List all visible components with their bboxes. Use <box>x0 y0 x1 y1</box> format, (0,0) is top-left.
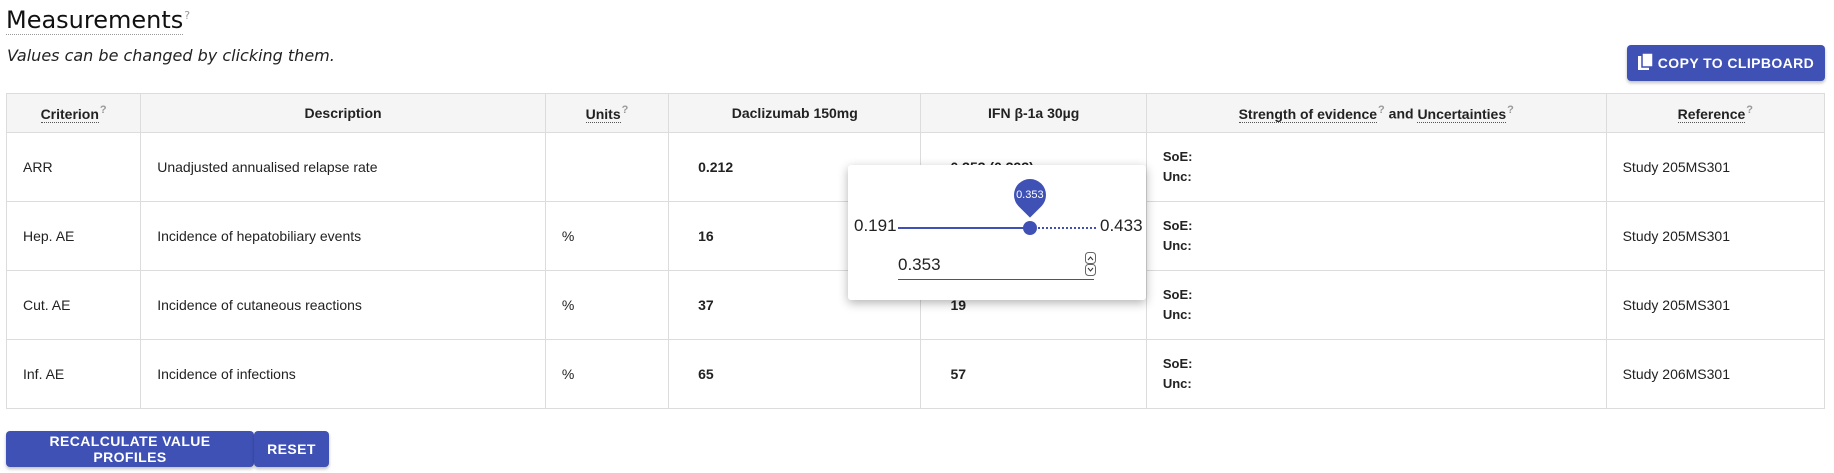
units-cell <box>544 132 670 202</box>
stepper-icon[interactable] <box>1085 252 1096 276</box>
value-input[interactable] <box>898 251 1094 280</box>
slider-min-label: 0.191 <box>854 216 897 235</box>
header-reference: Reference? <box>1605 93 1826 133</box>
reference-link[interactable]: Study 205MS301 <box>1605 201 1826 271</box>
table-header-row: Criterion? Description Units? Daclizumab… <box>5 93 1826 133</box>
soe-cell: SoE: Unc: <box>1145 201 1607 271</box>
soe-cell: SoE: Unc: <box>1145 270 1607 340</box>
alternative-2-value[interactable]: 57 <box>920 339 1147 409</box>
help-icon[interactable]: ? <box>622 104 629 116</box>
description-cell: Unadjusted annualised relapse rate <box>140 132 546 202</box>
criterion-cell: Inf. AE <box>5 339 142 409</box>
page-title: Measurements? <box>6 6 190 35</box>
criterion-cell: Hep. AE <box>5 201 142 271</box>
help-icon[interactable]: ? <box>1746 104 1753 116</box>
description-cell: Incidence of hepatobiliary events <box>140 201 546 271</box>
value-edit-popup: 0.191 0.353 0.433 <box>848 165 1146 300</box>
criterion-cell: ARR <box>5 132 142 202</box>
header-units: Units? <box>544 93 670 133</box>
header-alternative-1: Daclizumab 150mg <box>668 93 922 133</box>
header-alternative-2: IFN β-1a 30µg <box>920 93 1147 133</box>
value-slider-track[interactable] <box>898 227 1096 229</box>
reference-link[interactable]: Study 205MS301 <box>1605 270 1826 340</box>
soe-cell: SoE: Unc: <box>1145 132 1607 202</box>
reference-link[interactable]: Study 205MS301 <box>1605 132 1826 202</box>
slider-value-bubble: 0.353 <box>1007 172 1054 218</box>
alternative-1-value[interactable]: 65 <box>668 339 922 409</box>
slider-max-label: 0.433 <box>1100 216 1143 235</box>
units-cell: % <box>544 201 670 271</box>
value-slider-fill <box>898 227 1031 229</box>
value-slider-thumb[interactable] <box>1023 221 1038 235</box>
copy-icon <box>1637 53 1654 70</box>
description-cell: Incidence of infections <box>140 339 546 409</box>
help-icon[interactable]: ? <box>184 9 190 22</box>
help-icon[interactable]: ? <box>1507 104 1514 116</box>
help-icon[interactable]: ? <box>100 104 107 116</box>
slider-value-label: 0.353 <box>1016 189 1045 201</box>
units-cell: % <box>544 339 670 409</box>
recalculate-value-profiles-button[interactable]: RECALCULATE VALUE PROFILES <box>6 431 254 467</box>
reference-link[interactable]: Study 206MS301 <box>1605 339 1826 409</box>
criterion-cell: Cut. AE <box>5 270 142 340</box>
page-title-text: Measurements <box>6 6 184 35</box>
copy-button-label: COPY TO CLIPBOARD <box>1657 55 1815 71</box>
soe-cell: SoE: Unc: <box>1145 339 1607 409</box>
units-cell: % <box>544 270 670 340</box>
table-row: Inf. AE Incidence of infections % 65 57 … <box>5 339 1826 409</box>
reset-button[interactable]: RESET <box>254 431 329 467</box>
header-description: Description <box>140 93 546 133</box>
description-cell: Incidence of cutaneous reactions <box>140 270 546 340</box>
copy-to-clipboard-button[interactable]: COPY TO CLIPBOARD <box>1627 45 1825 81</box>
header-criterion: Criterion? <box>5 93 142 133</box>
header-strength-of-evidence: Strength of evidence? and Uncertainties? <box>1145 93 1607 133</box>
page-subtitle: Values can be changed by clicking them. <box>7 46 335 65</box>
help-icon[interactable]: ? <box>1378 104 1385 116</box>
